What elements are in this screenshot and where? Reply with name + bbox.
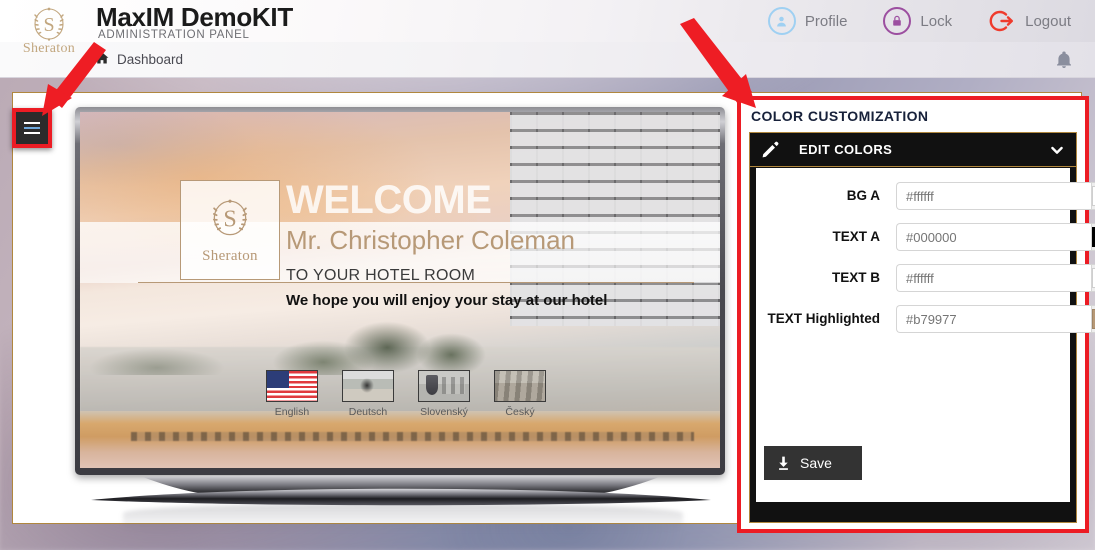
tv-reflection bbox=[123, 503, 683, 537]
text-b-input[interactable] bbox=[896, 264, 1091, 292]
svg-text:S: S bbox=[223, 206, 236, 232]
flag-cz-icon bbox=[494, 370, 546, 402]
hope-text: We hope you will enjoy your stay at our … bbox=[286, 292, 608, 309]
text-highlighted-input[interactable] bbox=[896, 305, 1091, 333]
text-a-input-group bbox=[896, 223, 1095, 251]
hamburger-icon bbox=[24, 119, 40, 137]
widget-footer bbox=[756, 480, 1070, 502]
field-label: TEXT Highlighted bbox=[767, 311, 881, 326]
color-field-row: BG A bbox=[766, 182, 1095, 210]
sidebar-toggle-button[interactable] bbox=[12, 108, 52, 148]
language-label: Deutsch bbox=[348, 406, 388, 418]
profile-label: Profile bbox=[804, 12, 848, 30]
color-customization-panel: COLOR CUSTOMIZATION EDIT COLORS BG A #ff… bbox=[737, 96, 1095, 533]
logout-button[interactable]: Logout bbox=[970, 0, 1089, 42]
language-option-deutsch[interactable]: Deutsch bbox=[342, 370, 394, 418]
text-highlighted-swatch-button[interactable] bbox=[1091, 305, 1095, 333]
logout-label: Logout bbox=[1025, 12, 1071, 30]
welcome-heading: WELCOME bbox=[286, 178, 492, 222]
field-label: TEXT A bbox=[832, 229, 880, 244]
color-panel-title: COLOR CUSTOMIZATION bbox=[751, 108, 929, 124]
color-field-row: TEXT Highlighted bbox=[766, 305, 1095, 333]
logout-icon bbox=[988, 7, 1016, 35]
breadcrumb[interactable]: Dashboard bbox=[95, 51, 183, 68]
flag-sk-icon bbox=[418, 370, 470, 402]
hotel-logo-text: Sheraton bbox=[202, 247, 258, 264]
text-a-input[interactable] bbox=[896, 223, 1091, 251]
page-subtitle: ADMINISTRATION PANEL bbox=[98, 29, 250, 41]
profile-icon bbox=[767, 7, 796, 35]
color-field-row: TEXT A bbox=[766, 223, 1095, 251]
breadcrumb-bar: Dashboard bbox=[0, 42, 1095, 78]
tv-screen: S Sheraton WELCOME Mr. Christopher Colem… bbox=[80, 112, 720, 468]
language-option-slovensky[interactable]: Slovenský bbox=[418, 370, 470, 418]
edit-colors-title: EDIT COLORS bbox=[799, 142, 893, 157]
text-b-swatch-button[interactable] bbox=[1091, 264, 1095, 292]
bg-a-swatch-button[interactable] bbox=[1091, 182, 1095, 210]
lock-icon bbox=[883, 7, 912, 35]
hotel-wreath-icon: S bbox=[207, 196, 253, 247]
bell-icon[interactable] bbox=[1055, 51, 1073, 69]
language-label: English bbox=[274, 406, 310, 418]
language-option-cesky[interactable]: Český bbox=[494, 370, 546, 418]
app-header: S Sheraton MaxIM DemoKIT ADMINISTRATION … bbox=[0, 0, 1095, 56]
bg-a-input[interactable] bbox=[896, 182, 1091, 210]
flag-de-icon bbox=[342, 370, 394, 402]
svg-text:S: S bbox=[43, 14, 54, 36]
field-label: TEXT B bbox=[831, 270, 880, 285]
save-button[interactable]: Save bbox=[764, 446, 862, 480]
home-icon bbox=[95, 51, 109, 68]
language-label: Slovenský bbox=[420, 406, 468, 418]
language-selector: English Deutsch Slovenský Český bbox=[266, 370, 546, 418]
guest-name: Mr. Christopher Coleman bbox=[286, 225, 575, 255]
edit-colors-widget: EDIT COLORS BG A TEXT A bbox=[749, 132, 1095, 523]
language-label: Český bbox=[505, 406, 535, 418]
brand-logo: S Sheraton bbox=[8, 2, 90, 58]
breadcrumb-label: Dashboard bbox=[117, 52, 184, 67]
download-icon bbox=[776, 456, 791, 471]
language-option-english[interactable]: English bbox=[266, 370, 318, 418]
text-highlighted-input-group bbox=[896, 305, 1095, 333]
pencil-icon bbox=[762, 141, 779, 158]
chevron-down-icon[interactable] bbox=[1050, 143, 1064, 157]
lock-label: Lock bbox=[920, 12, 953, 30]
text-a-swatch-button[interactable] bbox=[1091, 223, 1095, 251]
flag-us-icon bbox=[266, 370, 318, 402]
hotel-logo-box: S Sheraton bbox=[180, 180, 280, 280]
header-actions: Profile Lock Logout bbox=[750, 0, 1089, 42]
profile-button[interactable]: Profile bbox=[750, 0, 866, 42]
lock-button[interactable]: Lock bbox=[865, 0, 970, 42]
field-label: BG A bbox=[846, 188, 880, 203]
color-field-row: TEXT B bbox=[766, 264, 1095, 292]
tv-frame: S Sheraton WELCOME Mr. Christopher Colem… bbox=[75, 107, 725, 475]
text-b-input-group bbox=[896, 264, 1095, 292]
color-fields: BG A TEXT A TEXT B bbox=[756, 168, 1095, 480]
bg-a-input-group bbox=[896, 182, 1095, 210]
tv-preview: S Sheraton WELCOME Mr. Christopher Colem… bbox=[63, 107, 733, 537]
beach-image bbox=[80, 411, 720, 468]
to-room-text: TO YOUR HOTEL ROOM bbox=[286, 267, 476, 284]
save-label: Save bbox=[800, 455, 832, 471]
edit-colors-header[interactable]: EDIT COLORS bbox=[750, 133, 1076, 167]
sheraton-wreath-icon: S bbox=[29, 4, 69, 44]
